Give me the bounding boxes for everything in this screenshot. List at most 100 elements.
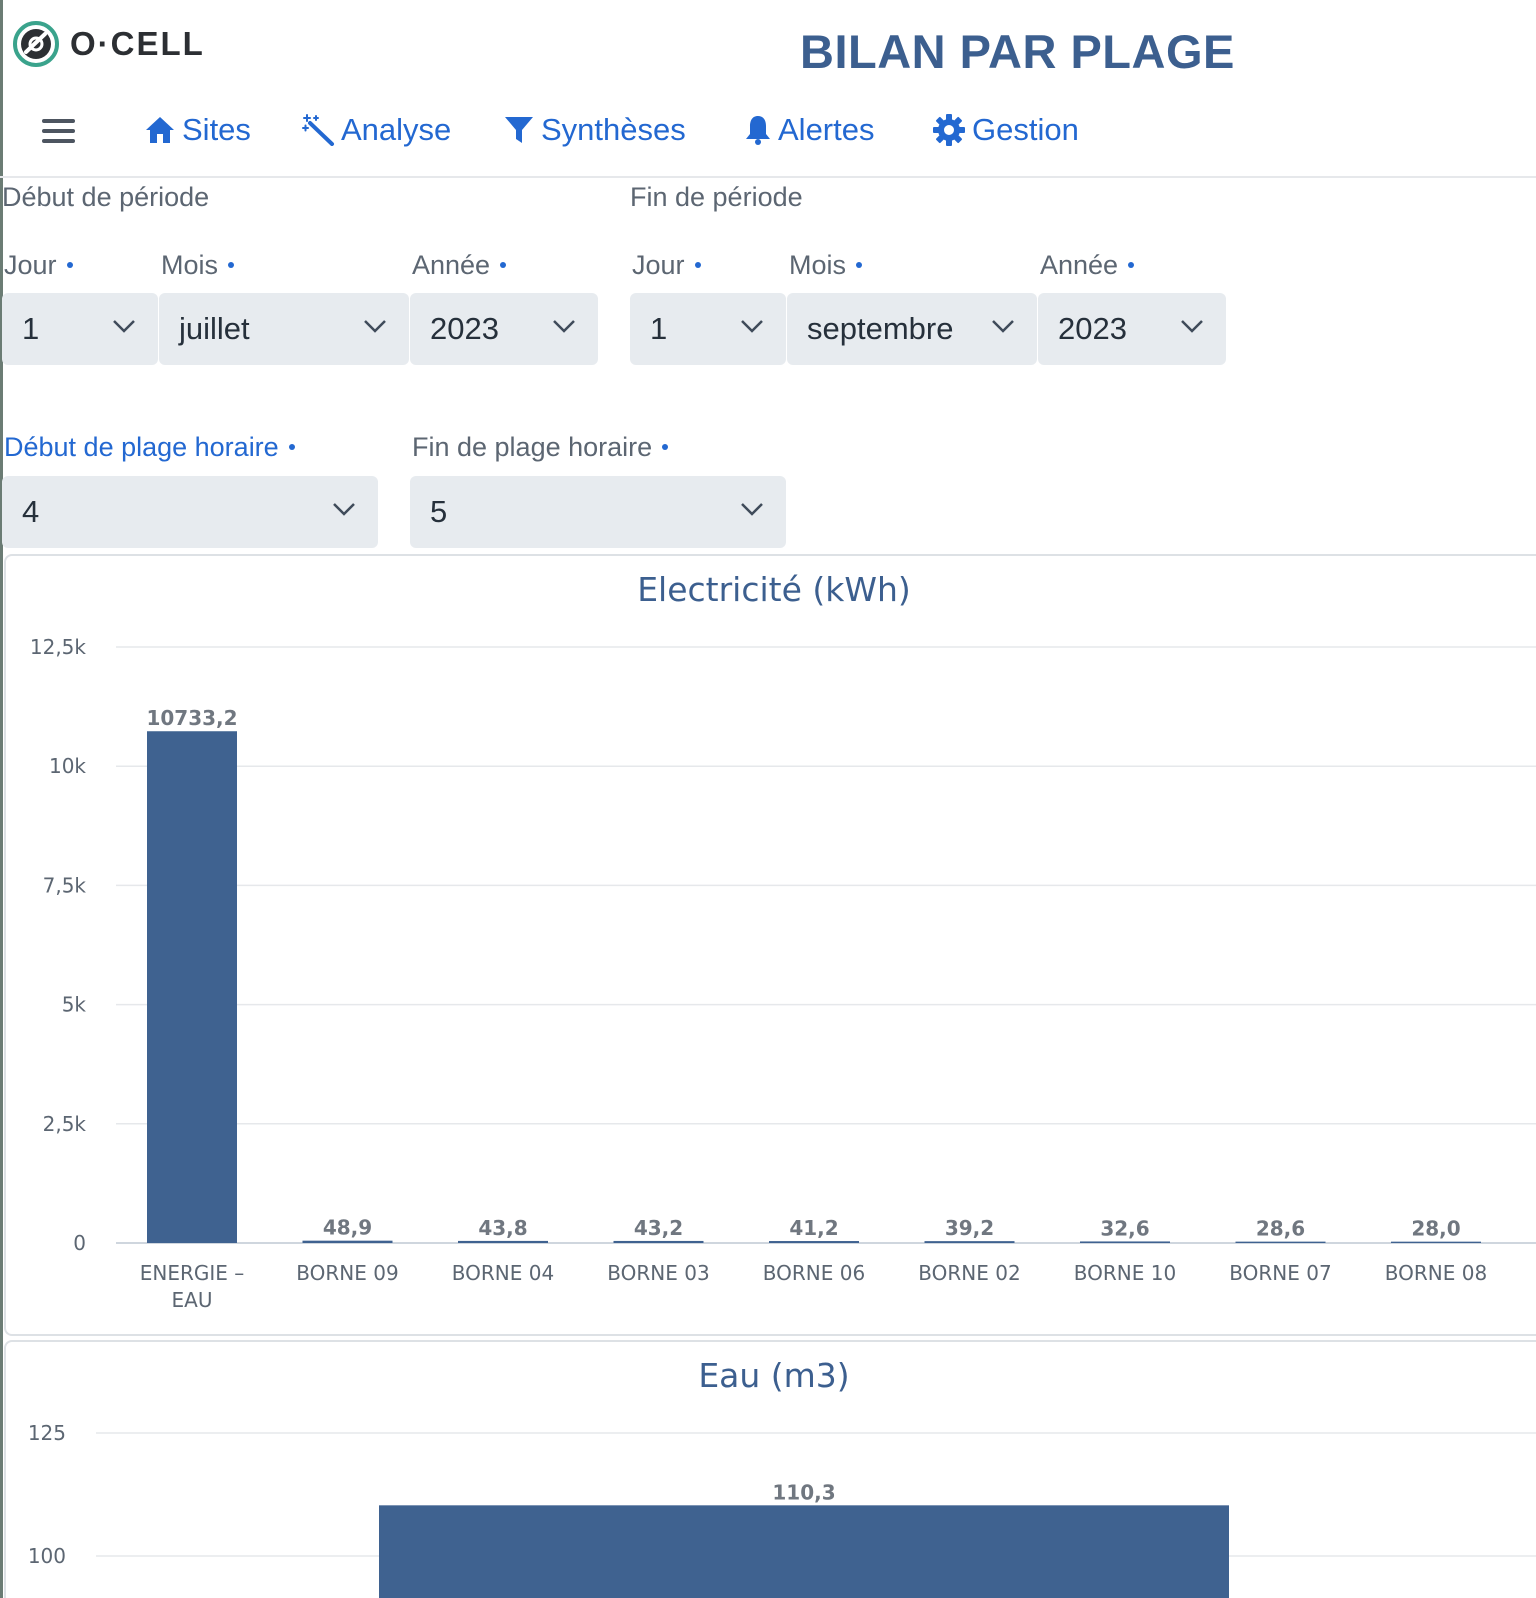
bar	[1391, 1241, 1481, 1243]
nav-item-label: Sites	[182, 112, 251, 147]
time-range-start-label: Début de plage horaire	[4, 432, 295, 463]
water-bar-chart: 125 100 110,3	[28, 1421, 1536, 1598]
x-tick-label: BORNE 10	[1074, 1261, 1176, 1285]
end-year-label-text: Année	[1040, 250, 1119, 280]
nav-item-label: Alertes	[778, 112, 875, 147]
y-tick-label: 0	[73, 1231, 86, 1255]
chevron-down-icon	[741, 503, 763, 516]
x-tick-label: BORNE 04	[452, 1261, 554, 1285]
electricity-bar-chart: 0 2,5k 5k 7,5k 10k 12,5k 10733,2 ENERGIE – EAU 48…	[30, 635, 1536, 1312]
water-chart-card: Eau (m3) 125 100 110,3	[4, 1340, 1536, 1598]
bar	[379, 1505, 1229, 1598]
chevron-down-icon	[741, 320, 763, 333]
start-year-select[interactable]: 2023	[410, 293, 598, 365]
filter-icon	[505, 117, 533, 143]
end-day-select[interactable]: 1	[630, 293, 786, 365]
nav-item-label: Gestion	[972, 112, 1079, 147]
bar	[924, 1241, 1015, 1243]
bar	[458, 1240, 548, 1243]
bar	[302, 1240, 393, 1243]
chevron-down-icon	[1181, 320, 1203, 333]
start-day-value: 1	[22, 311, 40, 346]
data-label: 39,2	[945, 1216, 994, 1240]
end-month-label-text: Mois	[789, 250, 847, 280]
chevron-down-icon	[113, 320, 135, 333]
time-range-end-label: Fin de plage horaire	[412, 432, 669, 463]
page-title: BILAN PAR PLAGE	[800, 25, 1235, 78]
window-left-edge	[0, 0, 3, 1598]
end-year-select[interactable]: 2023	[1038, 293, 1226, 365]
x-tick-label: BORNE 06	[763, 1261, 865, 1285]
brand-name: O·CELL	[70, 25, 205, 62]
brand-logo[interactable]: O·CELL	[12, 18, 205, 70]
data-label: 48,9	[323, 1216, 372, 1240]
nav-item-sites[interactable]: Sites	[144, 110, 251, 150]
start-day-label-text: Jour	[4, 250, 57, 280]
end-month-label: Mois	[789, 250, 863, 281]
chevron-down-icon	[553, 320, 575, 333]
y-tick-label: 12,5k	[30, 635, 87, 659]
time-range-end-value: 5	[430, 494, 448, 529]
end-period-label: Fin de période	[630, 182, 803, 212]
end-day-label: Jour	[632, 250, 701, 281]
start-year-label: Année	[412, 250, 507, 281]
data-label: 10733,2	[146, 706, 237, 730]
bar	[769, 1241, 859, 1243]
bar	[613, 1240, 704, 1243]
electricity-chart-card: Electricité (kWh) 0 2,5k 5k 7,5k 10k 12,5k 107…	[4, 554, 1536, 1336]
time-range-end-label-text: Fin de plage horaire	[412, 432, 653, 462]
y-tick-label: 5k	[62, 993, 87, 1017]
start-month-select[interactable]: juillet	[159, 293, 409, 365]
gear-icon	[933, 114, 965, 146]
nav-item-label: Analyse	[341, 112, 452, 147]
end-year-label: Année	[1040, 250, 1135, 281]
chevron-down-icon	[333, 503, 355, 516]
chevron-down-icon	[992, 320, 1014, 333]
end-month-value: septembre	[807, 311, 954, 346]
bar	[147, 731, 237, 1243]
nav-item-gestion[interactable]: Gestion	[932, 110, 1079, 150]
y-tick-label: 10k	[49, 754, 86, 778]
start-day-label: Jour	[4, 250, 73, 281]
bar	[1080, 1241, 1170, 1243]
end-day-value: 1	[650, 311, 668, 346]
data-label: 28,0	[1411, 1217, 1460, 1241]
x-tick-label: BORNE 03	[607, 1261, 709, 1285]
hamburger-menu-icon[interactable]	[40, 114, 76, 150]
chevron-down-icon	[364, 320, 386, 333]
home-icon	[146, 117, 174, 143]
data-label: 43,2	[634, 1216, 683, 1240]
bar	[1235, 1241, 1326, 1243]
nav-item-analyse[interactable]: Analyse	[301, 110, 451, 150]
data-label: 43,8	[478, 1216, 527, 1240]
data-label: 110,3	[772, 1480, 835, 1504]
nav-item-alertes[interactable]: Alertes	[744, 110, 874, 150]
start-period-label: Début de période	[2, 182, 210, 212]
data-label: 28,6	[1256, 1217, 1305, 1241]
start-year-label-text: Année	[412, 250, 491, 280]
y-tick-label: 7,5k	[43, 873, 87, 897]
magic-wand-icon	[302, 114, 334, 146]
start-day-select[interactable]: 1	[2, 293, 158, 365]
x-tick-label: BORNE 09	[296, 1261, 398, 1285]
end-year-value: 2023	[1058, 311, 1127, 346]
time-range-start-value: 4	[22, 494, 40, 529]
nav-item-syntheses[interactable]: Synthèses	[503, 110, 686, 150]
end-month-select[interactable]: septembre	[787, 293, 1037, 365]
data-label: 32,6	[1100, 1216, 1149, 1240]
y-tick-label: 2,5k	[43, 1112, 87, 1136]
start-year-value: 2023	[430, 311, 499, 346]
start-month-label: Mois	[161, 250, 235, 281]
end-day-label-text: Jour	[632, 250, 685, 280]
y-tick-label: 100	[28, 1544, 66, 1568]
x-tick-label: BORNE 02	[918, 1261, 1020, 1285]
x-tick-label: BORNE 08	[1385, 1261, 1487, 1285]
time-range-start-label-text: Début de plage horaire	[4, 432, 279, 462]
nav-item-label: Synthèses	[541, 112, 686, 147]
data-label: 41,2	[789, 1216, 838, 1240]
time-range-end-select[interactable]: 5	[410, 476, 786, 548]
ocell-logo-icon	[13, 21, 59, 67]
time-range-start-select[interactable]: 4	[2, 476, 378, 548]
x-tick-label: EAU	[172, 1288, 213, 1312]
x-tick-label: BORNE 07	[1229, 1261, 1331, 1285]
